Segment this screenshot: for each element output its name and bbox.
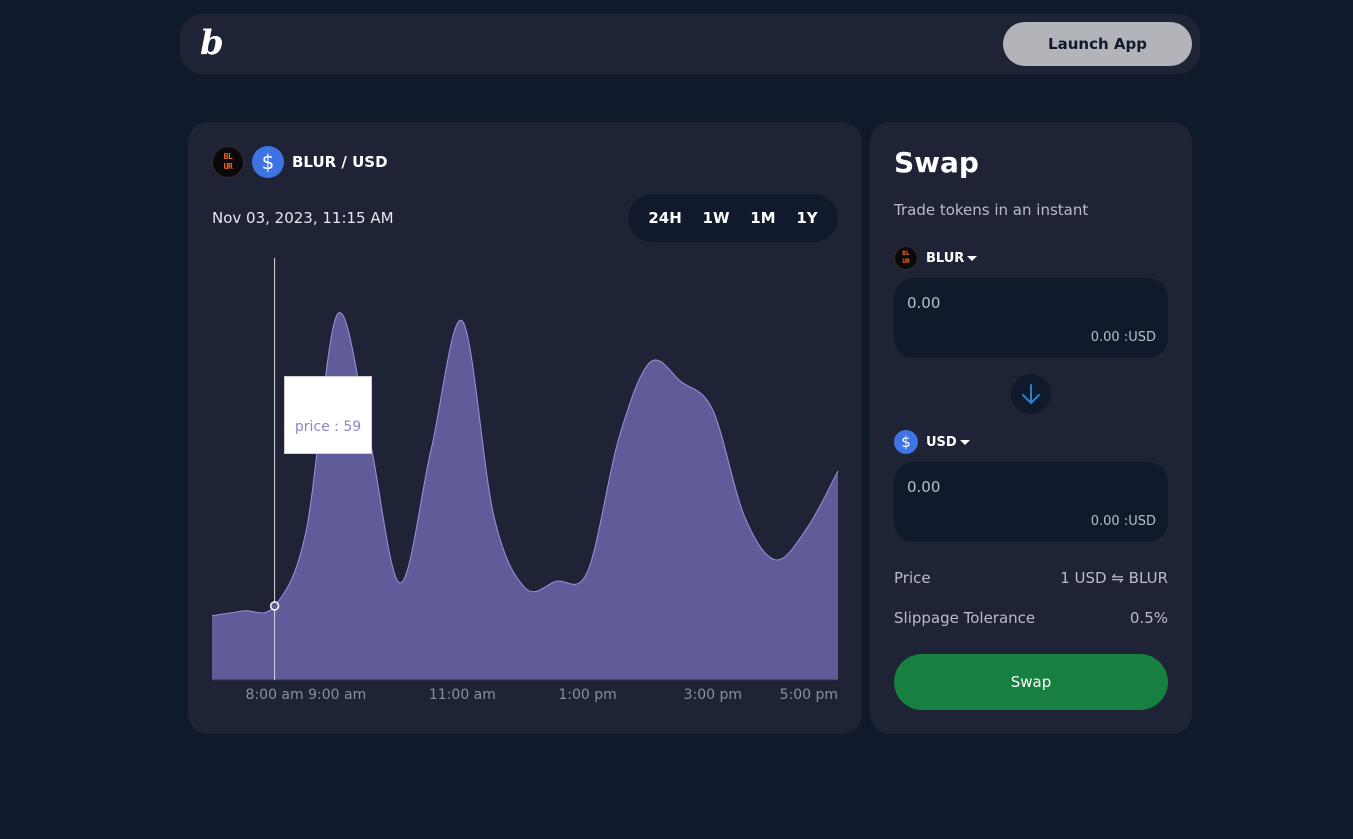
from-amount-input[interactable] (907, 292, 1107, 314)
swap-title: Swap (894, 146, 979, 179)
to-token-row: $ USD (894, 430, 970, 454)
hover-point (269, 601, 280, 611)
arrow-down-icon (1022, 384, 1040, 404)
tooltip-text: price : 59 (294, 419, 362, 435)
time-range-selector: 24H 1W 1M 1Y (628, 194, 838, 242)
from-usd-value: 0.00 :USD (1090, 330, 1156, 345)
price-value: 1 USD ⇋ BLUR (1060, 569, 1168, 587)
to-token-select[interactable]: USD (926, 435, 970, 450)
to-token-symbol: USD (926, 434, 957, 450)
x-tick-label: 8:00 am (246, 687, 304, 703)
to-amount-box: 0.00 :USD (894, 462, 1168, 542)
price-chart-card: 8:00 am 9:00 am 11:00 am 1:00 pm 3:00 pm 5:00… (188, 122, 862, 734)
x-tick-label: 1:00 pm (558, 687, 616, 703)
range-1y-button[interactable]: 1Y (792, 205, 821, 231)
pair-header: BL UR $ BLUR / USD (212, 146, 388, 178)
top-navbar: b Launch App (180, 14, 1200, 74)
from-token-select[interactable]: BLUR (926, 250, 978, 266)
from-token-symbol: BLUR (926, 250, 965, 266)
price-area-fill (212, 312, 838, 680)
x-tick-label: 3:00 pm (684, 687, 742, 703)
swap-subtitle: Trade tokens in an instant (894, 201, 1089, 219)
blur-logo-glyph: BL UR (902, 250, 910, 265)
usd-token-icon: $ (252, 146, 284, 178)
swap-card: Swap Trade tokens in an instant BL UR BL… (870, 122, 1192, 734)
range-1m-button[interactable]: 1M (746, 205, 779, 231)
price-row: Price 1 USD ⇋ BLUR (894, 569, 1168, 587)
x-tick-label: 11:00 am (429, 687, 496, 703)
blur-logo-glyph: BL UR (223, 152, 233, 171)
chart-timestamp: Nov 03, 2023, 11:15 AM (212, 209, 394, 227)
flip-tokens-button[interactable] (1011, 374, 1051, 414)
swap-button[interactable]: Swap (894, 654, 1168, 710)
price-label: Price (894, 569, 931, 587)
x-tick-label: 9:00 am (308, 687, 366, 703)
launch-app-button[interactable]: Launch App (1003, 22, 1192, 66)
caret-down-icon (959, 439, 970, 445)
slippage-value: 0.5% (1129, 609, 1168, 627)
x-tick-label: 5:00 pm (780, 687, 838, 703)
usd-token-icon: $ (894, 430, 918, 454)
to-usd-value: 0.00 :USD (1090, 514, 1156, 529)
to-amount-input[interactable] (907, 476, 1107, 498)
caret-down-icon (967, 255, 978, 261)
blur-token-icon: BL UR (894, 246, 918, 270)
from-amount-box: 0.00 :USD (894, 278, 1168, 358)
chart-tooltip: price : 59 (284, 376, 372, 454)
from-token-row: BL UR BLUR (894, 246, 978, 270)
blur-token-icon: BL UR (212, 146, 244, 178)
slippage-label: Slippage Tolerance (894, 609, 1036, 627)
app-logo[interactable]: b (200, 26, 226, 62)
range-24h-button[interactable]: 24H (644, 205, 685, 231)
slippage-row: Slippage Tolerance 0.5% (894, 609, 1168, 627)
pair-label: BLUR / USD (292, 153, 388, 171)
range-1w-button[interactable]: 1W (699, 205, 734, 231)
